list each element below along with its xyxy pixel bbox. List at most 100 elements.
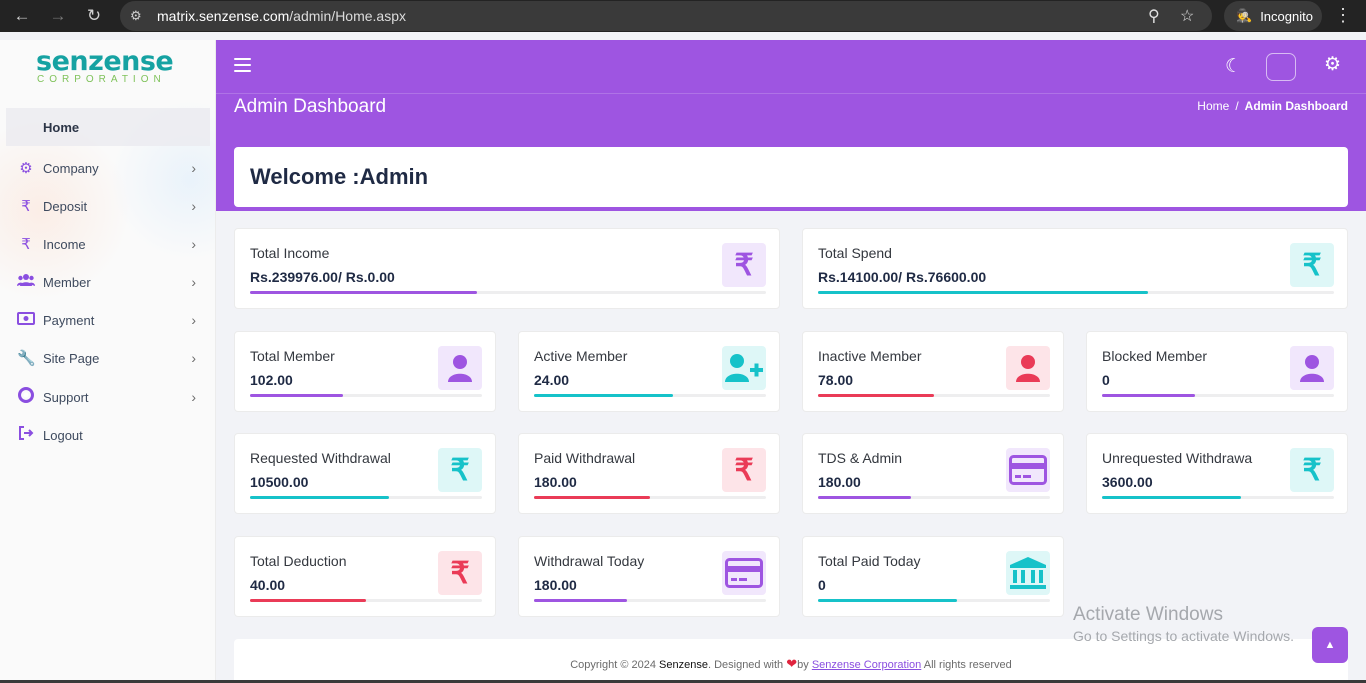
progress-track [818, 394, 1050, 397]
sidebar-item-label: Site Page [43, 350, 100, 366]
progress-fill [250, 394, 343, 397]
stat-card-tds-admin: TDS & Admin 180.00 [802, 433, 1064, 514]
incognito-badge[interactable]: 🕵 Incognito [1224, 1, 1322, 31]
progress-fill [818, 291, 1149, 294]
stat-title: Total Spend [818, 245, 892, 261]
card-icon [1006, 448, 1050, 492]
sidebar-item-deposit[interactable]: ₹ Deposit › [6, 187, 210, 225]
sidebar-item-home[interactable]: Home [6, 108, 210, 146]
reload-icon[interactable]: ↻ [79, 0, 109, 32]
zoom-icon[interactable]: ⚲ [1148, 6, 1160, 26]
sidebar-item-member[interactable]: Member › [6, 263, 210, 301]
footer-company-link[interactable]: Senzense Corporation [812, 659, 921, 671]
sidebar-item-logout[interactable]: Logout [6, 416, 210, 454]
sidebar-item-support[interactable]: Support › [6, 378, 210, 416]
money-icon [17, 311, 35, 329]
progress-track [818, 496, 1050, 499]
sidebar-item-income[interactable]: ₹ Income › [6, 225, 210, 263]
rupee-icon: ₹ [438, 551, 482, 595]
stat-title: Blocked Member [1102, 348, 1208, 364]
stat-card-total-member: Total Member 102.00 [234, 331, 496, 412]
stat-value: 180.00 [534, 577, 577, 593]
progress-track [818, 291, 1334, 294]
bank-icon [1006, 551, 1050, 595]
breadcrumb-home-link[interactable]: Home [1197, 99, 1229, 113]
progress-track [250, 291, 766, 294]
brand-logo[interactable]: senzense CORPORATION [0, 40, 216, 106]
bookmark-star-icon[interactable]: ☆ [1180, 6, 1194, 26]
progress-track [1102, 394, 1334, 397]
progress-fill [534, 496, 650, 499]
scroll-to-top-button[interactable]: ▲ [1312, 627, 1348, 663]
settings-gear-icon[interactable]: ⚙ [1324, 53, 1341, 76]
sidebar-item-company[interactable]: ⚙ Company › [6, 149, 210, 187]
rupee-icon: ₹ [21, 236, 31, 253]
incognito-label: Incognito [1260, 8, 1313, 24]
stat-value: 0 [818, 577, 826, 593]
stat-card-inactive-member: Inactive Member 78.00 [802, 331, 1064, 412]
stat-card-total-deduction: Total Deduction 40.00 ₹ [234, 536, 496, 617]
sidebar-item-label: Logout [43, 427, 83, 443]
dark-mode-moon-icon[interactable]: ☾ [1225, 55, 1242, 78]
windows-activation-watermark: Activate Windows Go to Settings to activ… [1073, 604, 1294, 644]
stat-value: 102.00 [250, 372, 293, 388]
stat-title: TDS & Admin [818, 450, 903, 466]
stat-title: Inactive Member [818, 348, 922, 364]
browser-menu-icon[interactable]: ⋮ [1334, 5, 1352, 26]
browser-toolbar: ← → ↻ ⚙ matrix.senzense.com/admin/Home.a… [0, 0, 1366, 32]
sidebar-item-site-page[interactable]: 🔧 Site Page › [6, 339, 210, 377]
heart-icon: ❤ [786, 656, 798, 671]
sidebar-item-label: Member [43, 274, 91, 290]
sidebar-item-label: Deposit [43, 198, 88, 214]
watermark-line-2: Go to Settings to activate Windows. [1073, 628, 1294, 644]
menu-toggle-icon[interactable] [234, 58, 251, 76]
user-icon [1006, 346, 1050, 390]
stat-value: 24.00 [534, 372, 570, 388]
stat-value: 180.00 [818, 474, 861, 490]
site-settings-icon[interactable]: ⚙ [130, 8, 142, 24]
url-text[interactable]: matrix.senzense.com/admin/Home.aspx [157, 8, 406, 24]
watermark-line-1: Activate Windows [1073, 604, 1223, 625]
chevron-right-icon: › [191, 389, 196, 405]
chevron-right-icon: › [191, 312, 196, 328]
stat-value: 180.00 [534, 474, 577, 490]
sidebar-item-label: Income [43, 236, 86, 252]
avatar[interactable] [1266, 53, 1296, 81]
progress-fill [818, 599, 958, 602]
footer-text: Copyright © 2024 Senzense. Designed with… [234, 656, 1348, 672]
logo-tagline: CORPORATION [37, 74, 166, 85]
incognito-icon: 🕵 [1236, 8, 1253, 23]
welcome-text: Welcome :Admin [250, 164, 429, 189]
progress-fill [818, 496, 911, 499]
address-bar[interactable]: ⚙ matrix.senzense.com/admin/Home.aspx ⚲ … [120, 1, 1212, 31]
stat-card-withdrawal-today: Withdrawal Today 180.00 [518, 536, 780, 617]
stat-title: Total Paid Today [818, 553, 921, 569]
progress-track [1102, 496, 1334, 499]
sidebar-item-payment[interactable]: Payment › [6, 301, 210, 339]
chevron-right-icon: › [191, 198, 196, 214]
stat-title: Active Member [534, 348, 628, 364]
back-icon[interactable]: ← [7, 0, 37, 32]
stat-title: Total Member [250, 348, 335, 364]
progress-fill [1102, 496, 1242, 499]
stat-title: Paid Withdrawal [534, 450, 636, 466]
forward-icon[interactable]: → [43, 0, 73, 32]
stat-title: Withdrawal Today [534, 553, 645, 569]
sidebar-item-label: Company [43, 160, 99, 176]
user-icon [1290, 346, 1334, 390]
stat-value: 10500.00 [250, 474, 309, 490]
stat-value: 3600.00 [1102, 474, 1153, 490]
stat-card-unrequested-withdrawal: Unrequested Withdrawa 3600.00 ₹ [1086, 433, 1348, 514]
stat-value: 0 [1102, 372, 1110, 388]
progress-fill [534, 599, 627, 602]
footer-brand: Senzense [659, 659, 708, 671]
stat-card-paid-withdrawal: Paid Withdrawal 180.00 ₹ [518, 433, 780, 514]
sidebar-item-label: Home [43, 119, 80, 135]
user-plus-icon [722, 346, 766, 390]
stat-title: Total Deduction [250, 553, 347, 569]
page-title: Admin Dashboard [234, 96, 387, 117]
progress-fill [534, 394, 674, 397]
progress-track [250, 599, 482, 602]
progress-track [534, 394, 766, 397]
stat-value: 78.00 [818, 372, 854, 388]
